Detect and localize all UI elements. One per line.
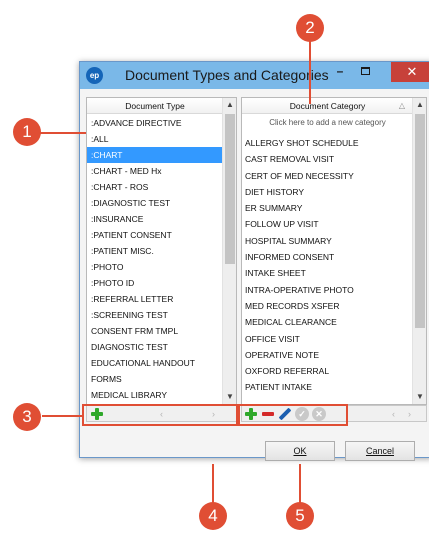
document-category-item[interactable]: MED RECORDS XSFER bbox=[242, 298, 413, 314]
document-types-dialog: ep Document Types and Categories – ✕ Doc… bbox=[79, 61, 429, 461]
document-category-item[interactable]: CAST REMOVAL VISIT bbox=[242, 151, 413, 167]
document-type-items: :ADVANCE DIRECTIVE:ALL:CHART:CHART - MED… bbox=[87, 115, 223, 403]
callout-3-highlight-left bbox=[82, 404, 238, 426]
maximize-icon bbox=[360, 67, 370, 75]
scroll-up-icon[interactable]: ▲ bbox=[413, 98, 426, 112]
document-type-item[interactable]: FORMS bbox=[87, 371, 223, 387]
document-category-item[interactable]: INTRA-OPERATIVE PHOTO bbox=[242, 282, 413, 298]
document-category-scrollbar[interactable]: ▲ ▼ bbox=[412, 98, 426, 404]
cancel-button-label: Cancel bbox=[365, 446, 394, 456]
document-type-item[interactable]: :PHOTO ID bbox=[87, 275, 223, 291]
document-category-header-label: Document Category bbox=[289, 101, 366, 111]
document-category-item[interactable]: OXFORD REFERRAL bbox=[242, 363, 413, 379]
document-type-scrollbar[interactable]: ▲ ▼ bbox=[222, 98, 236, 404]
document-category-item[interactable]: FOLLOW UP VISIT bbox=[242, 216, 413, 232]
document-type-item[interactable]: :PATIENT MISC. bbox=[87, 243, 223, 259]
app-logo-icon: ep bbox=[86, 67, 103, 84]
document-type-item[interactable]: MEDICAL LIBRARY bbox=[87, 387, 223, 403]
scroll-down-icon[interactable]: ▼ bbox=[223, 390, 236, 404]
document-category-item[interactable]: ALLERGY SHOT SCHEDULE bbox=[242, 135, 413, 151]
document-type-item[interactable]: :CHART - ROS bbox=[87, 179, 223, 195]
document-type-item[interactable]: :CHART bbox=[87, 147, 223, 163]
document-type-header[interactable]: Document Type bbox=[87, 98, 223, 114]
maximize-button[interactable] bbox=[353, 62, 377, 82]
callout-4: 4 bbox=[199, 502, 227, 530]
scroll-thumb[interactable] bbox=[415, 114, 425, 328]
document-category-list: Document Category △ Click here to add a … bbox=[241, 97, 427, 405]
document-category-item[interactable]: PATIENT INTAKE bbox=[242, 379, 413, 395]
callout-3: 3 bbox=[13, 403, 41, 431]
document-type-item[interactable]: DIAGNOSTIC TEST bbox=[87, 339, 223, 355]
callout-1-pointer bbox=[40, 132, 86, 134]
document-category-item[interactable]: INFORMED CONSENT bbox=[242, 249, 413, 265]
document-category-item[interactable]: OPERATIVE NOTE bbox=[242, 347, 413, 363]
document-type-item[interactable]: :INSURANCE bbox=[87, 211, 223, 227]
document-type-item[interactable]: :ALL bbox=[87, 131, 223, 147]
document-category-item[interactable]: CERT OF MED NECESSITY bbox=[242, 168, 413, 184]
callout-4-pointer bbox=[212, 464, 214, 505]
add-category-row[interactable]: Click here to add a new category bbox=[242, 115, 413, 130]
scroll-down-icon[interactable]: ▼ bbox=[413, 390, 426, 404]
document-type-item[interactable]: :SCREENING TEST bbox=[87, 307, 223, 323]
document-type-item[interactable]: :CHART - MED Hx bbox=[87, 163, 223, 179]
document-type-item[interactable]: :REFERRAL LETTER bbox=[87, 291, 223, 307]
scroll-right-icon[interactable]: › bbox=[408, 407, 411, 421]
document-type-item[interactable]: EDUCATIONAL HANDOUT bbox=[87, 355, 223, 371]
callout-5: 5 bbox=[286, 502, 314, 530]
scroll-thumb[interactable] bbox=[225, 114, 235, 264]
callout-2-pointer bbox=[309, 41, 311, 104]
document-category-item[interactable]: ER SUMMARY bbox=[242, 200, 413, 216]
document-category-header[interactable]: Document Category △ bbox=[242, 98, 413, 114]
document-type-item[interactable]: :PATIENT CONSENT bbox=[87, 227, 223, 243]
sort-icon[interactable]: △ bbox=[399, 98, 405, 114]
callout-5-pointer bbox=[299, 464, 301, 505]
document-type-item[interactable]: :ADVANCE DIRECTIVE bbox=[87, 115, 223, 131]
document-type-list: Document Type :ADVANCE DIRECTIVE:ALL:CHA… bbox=[86, 97, 237, 405]
document-category-item[interactable]: MEDICAL CLEARANCE bbox=[242, 314, 413, 330]
callout-1: 1 bbox=[13, 118, 41, 146]
ok-button[interactable]: OK bbox=[265, 441, 335, 461]
document-type-item[interactable]: :PHOTO bbox=[87, 259, 223, 275]
document-type-item[interactable]: :DIAGNOSTIC TEST bbox=[87, 195, 223, 211]
document-category-item[interactable]: HOSPITAL SUMMARY bbox=[242, 233, 413, 249]
title-bar[interactable]: ep Document Types and Categories – ✕ bbox=[80, 62, 429, 89]
callout-3-pointer bbox=[42, 415, 82, 417]
scroll-left-icon[interactable]: ‹ bbox=[392, 407, 395, 421]
ok-button-label: OK bbox=[293, 446, 307, 456]
document-type-item[interactable]: CONSENT FRM TMPL bbox=[87, 323, 223, 339]
close-button[interactable]: ✕ bbox=[391, 62, 429, 82]
document-category-items: ALLERGY SHOT SCHEDULE CAST REMOVAL VISIT C… bbox=[242, 135, 413, 396]
scroll-up-icon[interactable]: ▲ bbox=[223, 98, 236, 112]
document-category-item[interactable]: INTAKE SHEET bbox=[242, 265, 413, 281]
document-category-item[interactable]: OFFICE VISIT bbox=[242, 331, 413, 347]
callout-3-highlight-right bbox=[238, 404, 348, 426]
callout-2: 2 bbox=[296, 14, 324, 42]
document-category-item[interactable]: DIET HISTORY bbox=[242, 184, 413, 200]
window-title: Document Types and Categories bbox=[125, 67, 329, 83]
minimize-button[interactable]: – bbox=[328, 62, 352, 82]
cancel-button[interactable]: Cancel bbox=[345, 441, 415, 461]
